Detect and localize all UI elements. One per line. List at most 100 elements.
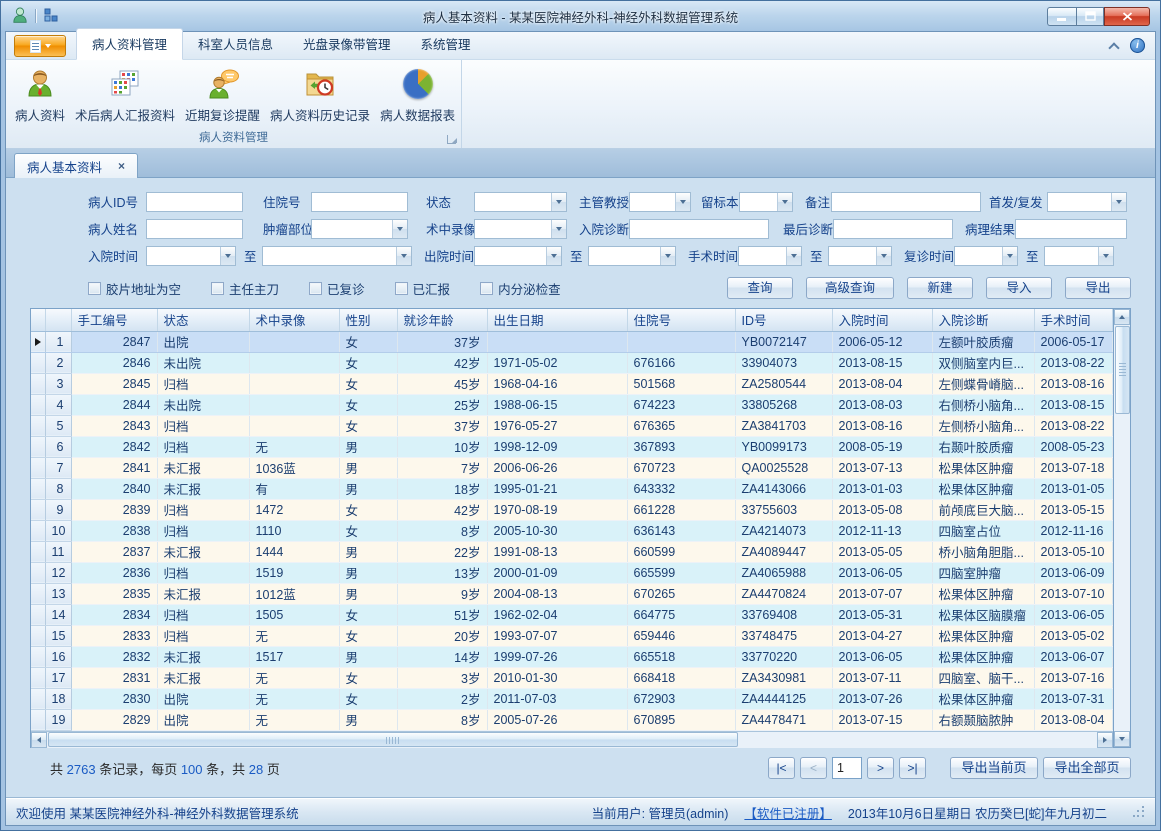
cell-status[interactable]: 未汇报 bbox=[157, 478, 249, 499]
cell-gender[interactable]: 男 bbox=[339, 646, 397, 667]
cell-admission-date[interactable]: 2013-01-03 bbox=[832, 478, 932, 499]
cell-id-no[interactable]: ZA2580544 bbox=[735, 373, 832, 394]
cell-birth-date[interactable]: 2010-01-30 bbox=[487, 667, 627, 688]
query-button[interactable]: 查询 bbox=[727, 277, 793, 299]
cell-manual-no[interactable]: 2840 bbox=[71, 478, 157, 499]
cell-birth-date[interactable]: 2011-07-03 bbox=[487, 688, 627, 709]
cell-surgery-date[interactable]: 2013-01-05 bbox=[1034, 478, 1113, 499]
cell-age[interactable]: 8岁 bbox=[397, 709, 487, 730]
header-admission-diagnosis[interactable]: 入院诊断 bbox=[932, 309, 1034, 331]
table-row[interactable]: 192829出院无男8岁2005-07-26670895ZA4478471201… bbox=[31, 709, 1113, 730]
cell-gender[interactable]: 男 bbox=[339, 583, 397, 604]
cell-manual-no[interactable]: 2841 bbox=[71, 457, 157, 478]
cell-gender[interactable]: 男 bbox=[339, 709, 397, 730]
cell-hospital-no[interactable]: 676166 bbox=[627, 352, 735, 373]
cell-manual-no[interactable]: 2847 bbox=[71, 331, 157, 352]
cell-id-no[interactable]: ZA4065988 bbox=[735, 562, 832, 583]
cell-gender[interactable]: 女 bbox=[339, 352, 397, 373]
cell-hospital-no[interactable]: 501568 bbox=[627, 373, 735, 394]
followup-reminder-button[interactable]: 近期复诊提醒 bbox=[180, 65, 265, 126]
last-page-button[interactable]: >| bbox=[899, 757, 926, 779]
cell-admission-diagnosis[interactable]: 松果体区肿瘤 bbox=[932, 583, 1034, 604]
cell-hospital-no[interactable]: 668418 bbox=[627, 667, 735, 688]
cell-admission-date[interactable]: 2013-05-08 bbox=[832, 499, 932, 520]
surgery-time-to-select[interactable] bbox=[828, 246, 892, 266]
cell-surgery-date[interactable]: 2013-07-10 bbox=[1034, 583, 1113, 604]
table-row[interactable]: 172831未汇报无女3岁2010-01-30668418ZA343098120… bbox=[31, 667, 1113, 688]
horizontal-scroll-thumb[interactable] bbox=[48, 732, 738, 747]
cell-id-no[interactable]: YB0072147 bbox=[735, 331, 832, 352]
next-page-button[interactable]: > bbox=[867, 757, 894, 779]
cell-birth-date[interactable]: 1968-04-16 bbox=[487, 373, 627, 394]
dialog-launcher-icon[interactable] bbox=[447, 135, 456, 144]
table-row[interactable]: 182830出院无女2岁2011-07-03672903ZA4444125201… bbox=[31, 688, 1113, 709]
cell-surgery-date[interactable]: 2013-06-07 bbox=[1034, 646, 1113, 667]
cell-birth-date[interactable]: 1999-07-26 bbox=[487, 646, 627, 667]
cell-surgery-date[interactable]: 2013-08-16 bbox=[1034, 373, 1113, 394]
cell-admission-diagnosis[interactable]: 桥小脑角胆脂... bbox=[932, 541, 1034, 562]
cell-status[interactable]: 未出院 bbox=[157, 352, 249, 373]
row-number[interactable]: 19 bbox=[45, 709, 71, 730]
cell-admission-diagnosis[interactable]: 松果体区肿瘤 bbox=[932, 688, 1034, 709]
cell-admission-diagnosis[interactable]: 四脑室占位 bbox=[932, 520, 1034, 541]
row-marker[interactable] bbox=[31, 625, 45, 646]
row-marker[interactable] bbox=[31, 667, 45, 688]
cell-status[interactable]: 归档 bbox=[157, 562, 249, 583]
row-number[interactable]: 13 bbox=[45, 583, 71, 604]
cell-intraop-video[interactable]: 1505 bbox=[249, 604, 339, 625]
row-marker[interactable] bbox=[31, 646, 45, 667]
row-number[interactable]: 2 bbox=[45, 352, 71, 373]
cell-manual-no[interactable]: 2837 bbox=[71, 541, 157, 562]
cell-admission-date[interactable]: 2013-08-16 bbox=[832, 415, 932, 436]
row-number[interactable]: 17 bbox=[45, 667, 71, 688]
header-manual-no[interactable]: 手工编号 bbox=[71, 309, 157, 331]
cell-admission-date[interactable]: 2013-05-05 bbox=[832, 541, 932, 562]
cell-intraop-video[interactable]: 无 bbox=[249, 625, 339, 646]
cell-id-no[interactable]: 33769408 bbox=[735, 604, 832, 625]
cell-id-no[interactable]: 33755603 bbox=[735, 499, 832, 520]
cell-id-no[interactable]: YB0099173 bbox=[735, 436, 832, 457]
cell-birth-date[interactable]: 1971-05-02 bbox=[487, 352, 627, 373]
chevron-down-icon[interactable] bbox=[396, 247, 411, 265]
cell-surgery-date[interactable]: 2013-08-22 bbox=[1034, 415, 1113, 436]
cell-admission-diagnosis[interactable]: 松果体区脑膜瘤 bbox=[932, 604, 1034, 625]
row-number[interactable]: 1 bbox=[45, 331, 71, 352]
row-number[interactable]: 16 bbox=[45, 646, 71, 667]
cell-status[interactable]: 未出院 bbox=[157, 394, 249, 415]
row-number[interactable]: 14 bbox=[45, 604, 71, 625]
cell-age[interactable]: 42岁 bbox=[397, 352, 487, 373]
patient-id-input[interactable] bbox=[146, 192, 243, 212]
cell-admission-diagnosis[interactable]: 左侧桥小脑角... bbox=[932, 415, 1034, 436]
table-row[interactable]: 22846未出院女42岁1971-05-02676166339040732013… bbox=[31, 352, 1113, 373]
chevron-down-icon[interactable] bbox=[1002, 247, 1017, 265]
row-marker[interactable] bbox=[31, 457, 45, 478]
header-admission-date[interactable]: 入院时间 bbox=[832, 309, 932, 331]
chevron-down-icon[interactable] bbox=[675, 193, 690, 211]
chevron-down-icon[interactable] bbox=[1111, 193, 1126, 211]
cell-manual-no[interactable]: 2839 bbox=[71, 499, 157, 520]
table-row[interactable]: 32845归档女45岁1968-04-16501568ZA25805442013… bbox=[31, 373, 1113, 394]
export-current-page-button[interactable]: 导出当前页 bbox=[950, 757, 1038, 779]
cell-hospital-no[interactable]: 664775 bbox=[627, 604, 735, 625]
checkbox-icon[interactable] bbox=[309, 282, 322, 295]
cell-surgery-date[interactable]: 2013-08-15 bbox=[1034, 394, 1113, 415]
checkbox-endocrine-exam[interactable]: 内分泌检查 bbox=[480, 279, 561, 298]
cell-intraop-video[interactable] bbox=[249, 394, 339, 415]
cell-hospital-no[interactable]: 670723 bbox=[627, 457, 735, 478]
cell-status[interactable]: 出院 bbox=[157, 688, 249, 709]
checkbox-icon[interactable] bbox=[88, 282, 101, 295]
cell-intraop-video[interactable]: 1110 bbox=[249, 520, 339, 541]
cell-hospital-no[interactable]: 670265 bbox=[627, 583, 735, 604]
cell-manual-no[interactable]: 2832 bbox=[71, 646, 157, 667]
header-gender[interactable]: 性别 bbox=[339, 309, 397, 331]
cell-surgery-date[interactable]: 2013-07-18 bbox=[1034, 457, 1113, 478]
cell-admission-date[interactable]: 2013-05-31 bbox=[832, 604, 932, 625]
cell-hospital-no[interactable]: 661228 bbox=[627, 499, 735, 520]
cell-admission-diagnosis[interactable]: 松果体区肿瘤 bbox=[932, 478, 1034, 499]
cell-gender[interactable]: 男 bbox=[339, 541, 397, 562]
cell-id-no[interactable]: ZA4214073 bbox=[735, 520, 832, 541]
row-number[interactable]: 18 bbox=[45, 688, 71, 709]
cell-admission-diagnosis[interactable]: 右颞叶胶质瘤 bbox=[932, 436, 1034, 457]
table-row[interactable]: 112837未汇报1444男22岁1991-08-13660599ZA40894… bbox=[31, 541, 1113, 562]
cell-manual-no[interactable]: 2844 bbox=[71, 394, 157, 415]
